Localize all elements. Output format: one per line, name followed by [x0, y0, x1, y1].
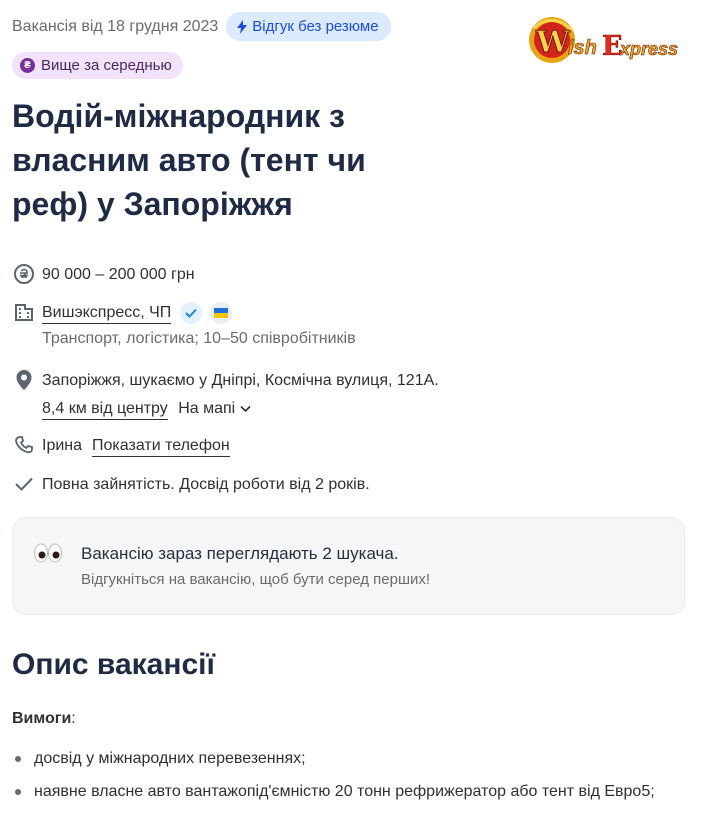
- company-description: Транспорт, логістика; 10–50 співробітник…: [42, 330, 356, 347]
- company-row: Вишэкспресс, ЧП Транспорт, логістика; 10…: [12, 300, 356, 348]
- map-pin-icon: [12, 368, 36, 392]
- svg-text:xpress: xpress: [619, 39, 678, 59]
- chevron-down-icon: [240, 405, 251, 413]
- building-icon: [12, 300, 36, 324]
- viewers-info-card: Вакансію зараз переглядають 2 шукача. Ві…: [12, 517, 685, 615]
- eyes-icon: [33, 540, 63, 571]
- location-row: Запоріжжя, шукаємо у Дніпрі, Космічна ву…: [12, 368, 439, 422]
- verified-check-icon: [179, 301, 202, 324]
- location-address: Запоріжжя, шукаємо у Дніпрі, Космічна ву…: [42, 372, 439, 389]
- map-toggle[interactable]: На мапі: [178, 400, 251, 417]
- list-item: наявне власне авто вантажопід'ємністю 20…: [12, 779, 692, 804]
- hryvnia-icon: [12, 262, 36, 286]
- lightning-icon: [237, 19, 248, 34]
- ukraine-flag-icon: [210, 301, 233, 324]
- salary-range: 90 000 – 200 000 грн: [42, 266, 195, 283]
- quick-apply-badge: Відгук без резюме: [226, 12, 391, 41]
- list-item: досвід у міжнародних перевезеннях;: [12, 746, 692, 771]
- vacancy-title: Водій-міжнародник з власним авто (тент ч…: [12, 98, 366, 222]
- employment-details: Повна зайнятість. Досвід роботи від 2 ро…: [42, 476, 370, 493]
- viewers-hint-text: Відгукніться на вакансію, щоб бути серед…: [81, 571, 431, 588]
- quick-apply-label: Відгук без резюме: [252, 18, 379, 35]
- requirements-label: Вимоги:: [12, 710, 76, 727]
- phone-icon: [12, 433, 36, 457]
- contact-name: Ірина: [42, 437, 83, 454]
- employment-row: Повна зайнятість. Досвід роботи від 2 ро…: [12, 472, 370, 498]
- salary-level-label: Вище за середнью: [41, 57, 172, 74]
- svg-text:ish: ish: [568, 37, 597, 59]
- salary-row: 90 000 – 200 000 грн: [12, 262, 195, 288]
- show-phone-link[interactable]: Показати телефон: [92, 437, 230, 457]
- contact-row: Ірина Показати телефон: [12, 433, 230, 459]
- company-logo: W ish E xpress: [529, 17, 678, 63]
- map-toggle-label: На мапі: [178, 400, 236, 417]
- checkmark-icon: [12, 472, 36, 496]
- hryvnia-coin-icon: ₴: [20, 58, 35, 73]
- svg-text:W: W: [535, 25, 571, 60]
- meta-row: Вакансія від 18 грудня 2023 Відгук без р…: [12, 12, 391, 41]
- requirements-label-text: Вимоги: [12, 710, 72, 727]
- salary-level-badge: ₴ Вище за середнью: [12, 52, 183, 79]
- vacancy-date: Вакансія від 18 грудня 2023: [12, 17, 219, 35]
- company-name-link[interactable]: Вишэкспресс, ЧП: [42, 304, 172, 324]
- requirements-list: досвід у міжнародних перевезеннях; наявн…: [12, 746, 692, 812]
- distance-link[interactable]: 8,4 км від центру: [42, 400, 168, 420]
- viewers-count-text: Вакансію зараз переглядають 2 шукача.: [81, 544, 399, 563]
- description-heading: Опис вакансії: [12, 648, 215, 681]
